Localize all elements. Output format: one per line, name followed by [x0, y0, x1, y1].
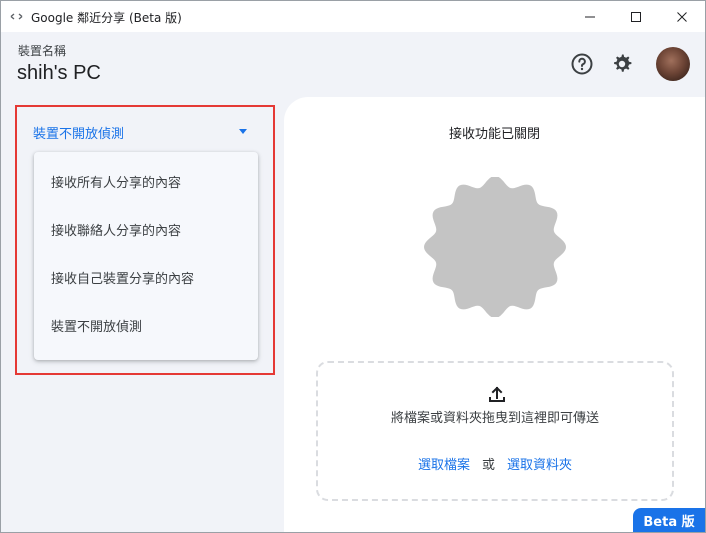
device-name: shih's PC	[17, 62, 101, 84]
scallop-shape	[424, 177, 566, 317]
nearby-share-app-icon	[10, 13, 23, 20]
maximize-button[interactable]	[613, 1, 659, 32]
menu-item-your-devices[interactable]: 接收自己裝置分享的內容	[34, 256, 258, 304]
menu-item-hidden[interactable]: 裝置不開放偵測	[34, 304, 258, 352]
visibility-menu: 接收所有人分享的內容 接收聯絡人分享的內容 接收自己裝置分享的內容 裝置不開放偵…	[34, 152, 258, 360]
or-text: 或	[481, 458, 495, 473]
upload-icon	[489, 386, 505, 402]
gear-icon	[614, 54, 632, 72]
menu-item-everyone[interactable]: 接收所有人分享的內容	[34, 160, 258, 208]
help-button[interactable]	[570, 52, 594, 76]
visibility-selected-value: 裝置不開放偵測	[33, 127, 125, 142]
title-bar: Google 鄰近分享 (Beta 版)	[1, 1, 705, 32]
chevron-down-icon	[239, 129, 247, 134]
maximize-icon	[631, 11, 641, 22]
window-title: Google 鄰近分享 (Beta 版)	[31, 11, 182, 25]
main-panel: 接收功能已關閉 將檔案或資料夾拖曳到這裡即可傳送 選取檔案或選取資料夾	[284, 97, 705, 532]
app-window: Google 鄰近分享 (Beta 版) 裝置名稱 shih's PC 裝置不開…	[0, 0, 706, 533]
menu-item-contacts[interactable]: 接收聯絡人分享的內容	[34, 208, 258, 256]
minimize-icon	[585, 16, 595, 17]
help-circle-icon	[571, 53, 593, 75]
device-name-label: 裝置名稱	[18, 44, 67, 58]
scallop-illustration	[424, 177, 566, 317]
close-button[interactable]	[659, 1, 705, 32]
beta-badge: Beta 版	[633, 508, 705, 532]
close-icon	[677, 11, 687, 22]
account-avatar[interactable]	[656, 47, 690, 81]
pick-row: 選取檔案或選取資料夾	[318, 454, 672, 473]
file-drop-zone[interactable]: 將檔案或資料夾拖曳到這裡即可傳送 選取檔案或選取資料夾	[316, 361, 674, 501]
visibility-dropdown[interactable]: 裝置不開放偵測	[17, 109, 257, 149]
minimize-button[interactable]	[567, 1, 613, 32]
select-files-link[interactable]: 選取檔案	[418, 458, 470, 473]
drop-hint-text: 將檔案或資料夾拖曳到這裡即可傳送	[390, 411, 599, 426]
settings-button[interactable]	[610, 52, 634, 76]
header: 裝置名稱 shih's PC	[1, 32, 705, 97]
select-folder-link[interactable]: 選取資料夾	[507, 458, 572, 473]
receive-status-text: 接收功能已關閉	[448, 127, 540, 142]
